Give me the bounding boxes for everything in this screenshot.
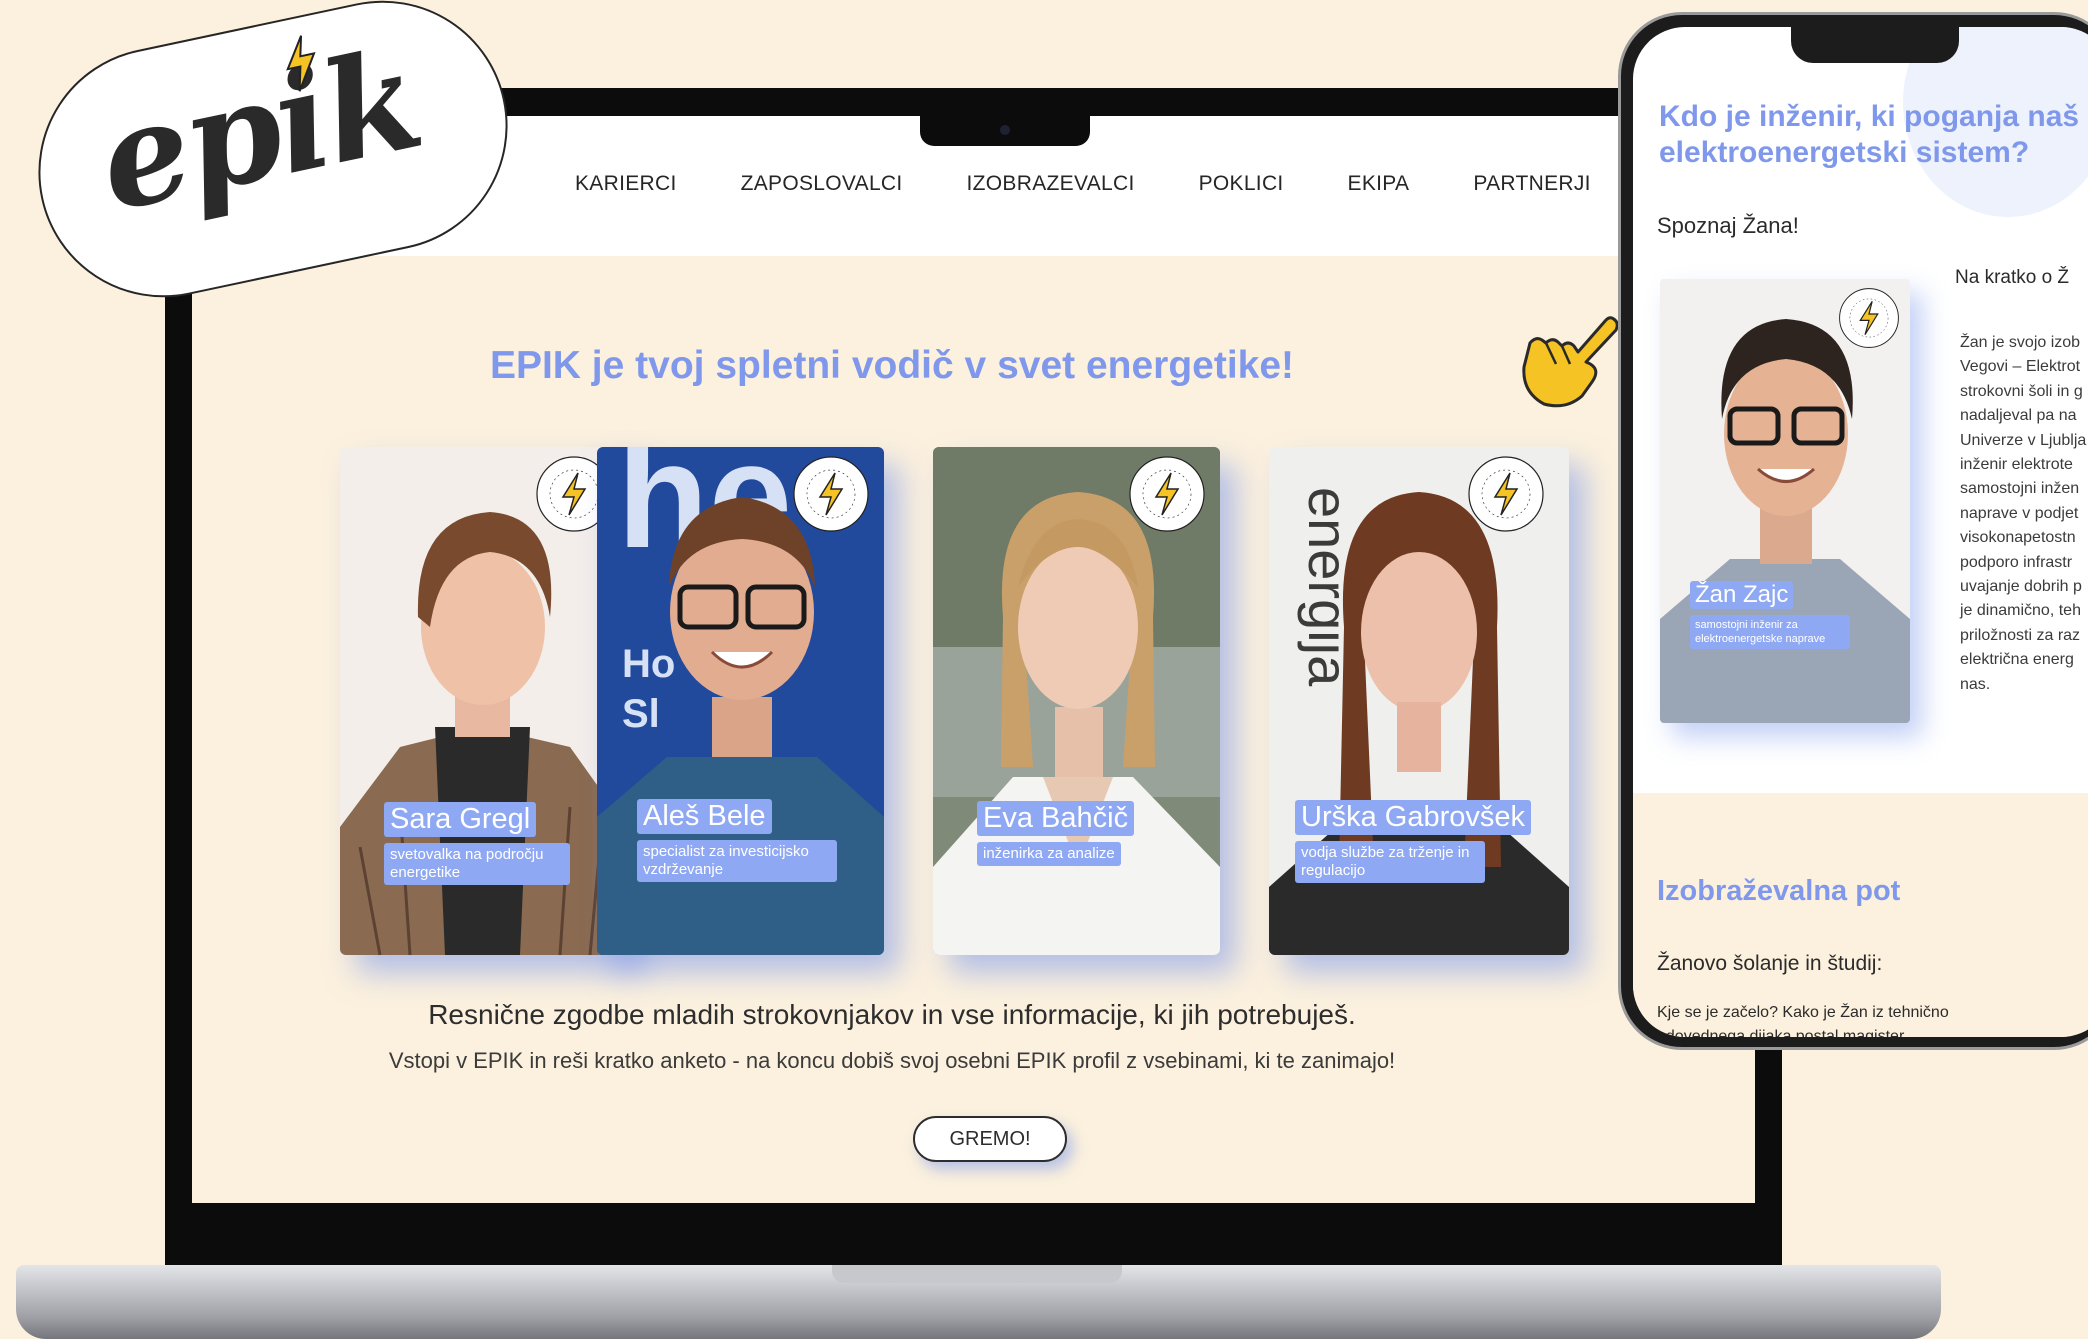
intro-headline: Resnične zgodbe mladih strokovnjakov in … <box>428 999 1356 1030</box>
card-name: Žan Zajc <box>1690 581 1794 609</box>
epik-karierec-badge <box>1128 455 1206 533</box>
bolt-icon <box>793 456 869 532</box>
bio-line: je dinamično, teh <box>1960 602 2081 620</box>
laptop-screen: KARIERCI ZAPOSLOVALCI IZOBRAZEVALCI POKL… <box>192 116 1755 1203</box>
camera-notch <box>920 116 1090 146</box>
gremo-button[interactable]: GREMO! <box>913 1116 1067 1162</box>
phone-page-title: Kdo je inženir, ki poganja naš elektroen… <box>1659 100 2080 169</box>
bio-line: Univerze v Ljublja <box>1960 431 2087 449</box>
education-title: Izobraževalna pot <box>1657 875 1901 907</box>
card-role: samostojni inženir za elektroenergetske … <box>1690 615 1850 649</box>
bio-line: samostojni inžen <box>1960 480 2080 498</box>
phone-subtitle: Spoznaj Žana! <box>1657 213 1799 238</box>
card-name: Eva Bahčič <box>977 801 1135 836</box>
card-role: vodja službe za trženje in regulacijo <box>1295 841 1485 883</box>
bolt-icon <box>1468 456 1544 532</box>
profile-card-sara[interactable]: Sara Gregl svetovalka na področju energe… <box>340 447 627 955</box>
bio-line: visokonapetostn <box>1960 529 2076 547</box>
nav-item-karierci[interactable]: KARIERCI <box>575 172 677 196</box>
bio-line: priložnosti za raz <box>1960 626 2081 644</box>
bio-line: podporo infrastr <box>1960 553 2073 571</box>
laptop-frame: KARIERCI ZAPOSLOVALCI IZOBRAZEVALCI POKL… <box>165 88 1782 1278</box>
profile-card-eva[interactable]: Eva Bahčič inženirka za analize <box>933 447 1220 955</box>
logo-text: epik <box>85 16 433 244</box>
nav-item-partnerji[interactable]: PARTNERJI <box>1473 172 1590 196</box>
profile-cards: Sara Gregl svetovalka na področju energe… <box>340 447 1755 957</box>
nav-item-izobrazevalci[interactable]: IZOBRAZEVALCI <box>967 172 1135 196</box>
card-name: Sara Gregl <box>384 802 537 837</box>
nav-item-zaposlovalci[interactable]: ZAPOSLOVALCI <box>741 172 903 196</box>
card-role: svetovalka na področju energetike <box>384 843 570 885</box>
bio-text: Žan je svojo izob Vegovi – Elektrot stro… <box>1960 331 2088 697</box>
hero-title: EPIK je tvoj spletni vodič v svet energe… <box>489 344 1295 387</box>
bio-line: Žan je svojo izob <box>1960 334 2081 351</box>
bio-line: uvajanje dobrih p <box>1960 578 2082 596</box>
intro-text: Vstopi v EPIK in reši kratko anketo - na… <box>388 1048 1396 1073</box>
education-subtitle: Žanovo šolanje in študij: <box>1657 952 1883 975</box>
profile-card-ales[interactable]: he Ho Sl <box>597 447 884 955</box>
epik-karierec-badge <box>1467 455 1545 533</box>
epik-karierec-badge <box>792 455 870 533</box>
main-nav: KARIERCI ZAPOSLOVALCI IZOBRAZEVALCI POKL… <box>575 172 1591 196</box>
phone-screen: Kdo je inženir, ki poganja naš elektroen… <box>1633 27 2088 1037</box>
phone-frame: Kdo je inženir, ki poganja naš elektroen… <box>1618 12 2088 1050</box>
card-name: Urška Gabrovšek <box>1295 800 1532 835</box>
education-question: Kje se je začelo? Kako je Žan iz tehničn… <box>1657 1004 1949 1037</box>
phone-notch <box>1791 27 1959 63</box>
bio-line: inženir elektrote <box>1960 456 2073 474</box>
bolt-icon <box>1839 288 1899 348</box>
bio-line: električna energ <box>1960 651 2074 669</box>
card-name: Aleš Bele <box>637 799 772 834</box>
profile-card-urska[interactable]: energija Urška Gabrovšek vodja službe za… <box>1269 447 1569 955</box>
bio-line: Vegovi – Elektrot <box>1960 358 2081 376</box>
svg-text:Ho: Ho <box>622 642 675 686</box>
epik-karierec-badge <box>1838 287 1900 349</box>
bio-line: strokovni šoli in g <box>1960 382 2083 400</box>
profile-card-zan[interactable]: Žan Zajc samostojni inženir za elektroen… <box>1660 279 1910 723</box>
svg-text:Sl: Sl <box>622 692 660 736</box>
card-role: inženirka za analize <box>977 842 1121 866</box>
short-about-heading: Na kratko o Ž <box>1955 267 2070 288</box>
bio-line: nadaljeval pa na <box>1960 407 2077 425</box>
pointing-hand-icon <box>1522 316 1619 408</box>
card-role: specialist za investicijsko vzdrževanje <box>637 840 837 882</box>
bio-line: naprave v podjet <box>1960 504 2079 522</box>
bolt-icon <box>1129 456 1205 532</box>
nav-item-poklici[interactable]: POKLICI <box>1199 172 1284 196</box>
bio-line: nas. <box>1960 675 1991 693</box>
nav-item-ekipa[interactable]: EKIPA <box>1348 172 1410 196</box>
laptop-base-notch <box>832 1265 1122 1283</box>
